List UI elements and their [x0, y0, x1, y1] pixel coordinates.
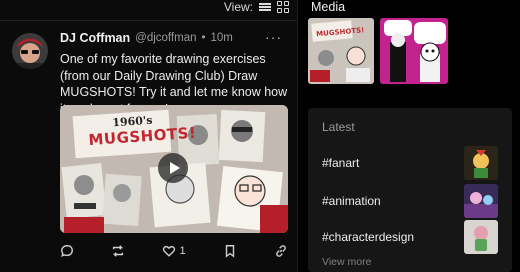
media-title: 1960's MUGSHOTS!: [87, 112, 197, 149]
avatar[interactable]: [12, 33, 48, 69]
media-thumbnail-comic[interactable]: [380, 18, 448, 84]
post-header: DJ Coffman @djcoffman • 10m: [60, 31, 233, 45]
media-thumbnail-mugshots[interactable]: MUGSHOTS!: [308, 18, 374, 84]
view-more-link[interactable]: View more: [322, 256, 371, 268]
post-actions: 1: [60, 241, 288, 261]
view-toggle-bar: View:: [224, 0, 289, 14]
list-view-icon[interactable]: [259, 1, 271, 13]
tag-thumbnail: [464, 220, 498, 254]
tag-row-fanart[interactable]: #fanart: [322, 146, 498, 180]
tag-row-animation[interactable]: #animation: [322, 184, 498, 218]
separator-dot: •: [201, 32, 206, 44]
tag-label[interactable]: #fanart: [322, 156, 359, 170]
link-icon: [276, 245, 286, 257]
media-thumbnails: MUGSHOTS!: [308, 18, 448, 84]
latest-tags-panel: Latest #fanart #animation #characterdesi…: [308, 108, 512, 272]
view-label: View:: [223, 0, 253, 14]
heart-icon: [163, 245, 176, 257]
bookmark-button[interactable]: [223, 244, 237, 258]
tag-label[interactable]: #animation: [322, 194, 381, 208]
restack-button[interactable]: [111, 244, 125, 258]
like-count: 1: [179, 245, 186, 257]
comment-icon: [61, 245, 73, 258]
reply-button[interactable]: [60, 244, 74, 258]
bookmark-icon: [225, 245, 234, 258]
latest-title: Latest: [322, 120, 355, 134]
like-button[interactable]: 1: [162, 244, 186, 258]
right-sidebar: Media MUGSHOTS! Latest #fanart #animatio…: [308, 0, 520, 272]
tag-thumbnail: [464, 184, 498, 218]
author-handle[interactable]: @djcoffman: [135, 32, 196, 44]
share-link-button[interactable]: [274, 244, 288, 258]
post-time[interactable]: 10m: [211, 32, 233, 44]
tag-thumbnail: [464, 146, 498, 180]
feed-column: View: DJ Coffman @djcoffman • 10m ··· On…: [0, 0, 298, 272]
tag-row-characterdesign[interactable]: #characterdesign: [322, 220, 498, 254]
author-name[interactable]: DJ Coffman: [60, 31, 130, 45]
repost-icon: [113, 245, 124, 257]
play-button-icon[interactable]: [158, 153, 188, 183]
grid-view-icon[interactable]: [277, 1, 289, 13]
post-media-video[interactable]: 1960's MUGSHOTS!: [60, 105, 288, 233]
post-card: DJ Coffman @djcoffman • 10m ··· One of m…: [0, 20, 298, 272]
tag-label[interactable]: #characterdesign: [322, 230, 414, 244]
media-section-title: Media: [311, 0, 346, 14]
more-options-icon[interactable]: ···: [265, 29, 282, 45]
